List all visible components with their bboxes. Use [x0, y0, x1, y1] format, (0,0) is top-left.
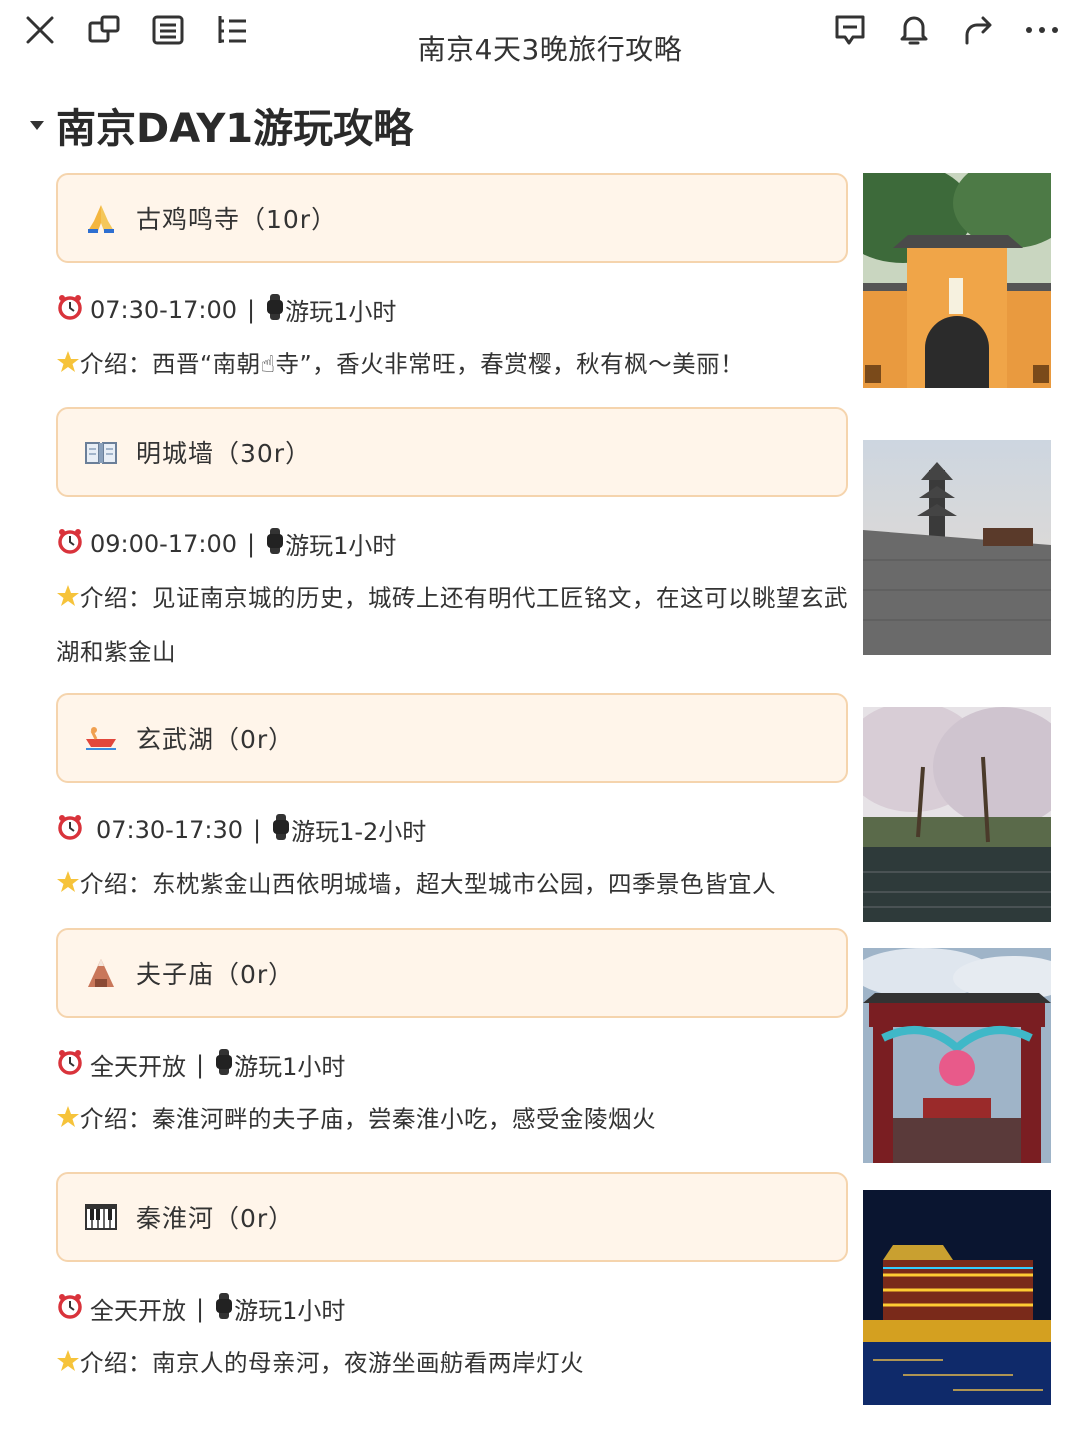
spot-intro-1: 介绍：西晋“南朝☝寺”，香火非常旺，春赏樱，秋有枫～美丽！: [56, 338, 856, 392]
boat-icon: [84, 725, 118, 751]
alarm-clock-icon: [56, 527, 84, 561]
watch-icon: [265, 293, 285, 327]
watch-icon: [214, 1292, 234, 1326]
alarm-clock-icon: [56, 293, 84, 327]
alarm-clock-icon: [56, 813, 84, 847]
separator: |: [247, 295, 256, 324]
spot-card-3[interactable]: 玄武湖（0r）: [56, 693, 848, 783]
spot-intro-5: 介绍：南京人的母亲河，夜游坐画舫看两岸灯火: [56, 1337, 856, 1391]
spot-card-5[interactable]: 秦淮河（0r）: [56, 1172, 848, 1262]
spot-title: 玄武湖（0r）: [136, 725, 295, 754]
intro-text: 介绍：东枕紫金山西依明城墙，超大型城市公园，四季景色皆宜人: [80, 870, 776, 898]
river-night-photo[interactable]: [863, 1190, 1051, 1405]
spot-title: 明城墙（30r）: [136, 439, 312, 468]
visit-duration: 游玩1小时: [285, 298, 397, 326]
star-icon: [56, 574, 80, 626]
separator: |: [196, 1294, 205, 1323]
close-icon[interactable]: [18, 8, 62, 52]
intro-text: 介绍：见证南京城的历史，城砖上还有明代工匠铭文，在这可以眺望玄武湖和紫金山: [56, 584, 848, 666]
visit-duration: 游玩1小时: [234, 1053, 346, 1081]
star-icon: [56, 860, 80, 912]
spot-meta-3: 07:30-17:30 | 游玩1-2小时: [56, 812, 426, 847]
spot-title: 秦淮河（0r）: [136, 1204, 295, 1233]
section-title: 南京DAY1游玩攻略: [56, 106, 414, 152]
star-icon: [56, 1339, 80, 1391]
watch-icon: [214, 1048, 234, 1082]
top-toolbar: 南京4天3晚旅行攻略: [0, 0, 1080, 68]
spot-meta-5: 全天开放 | 游玩1小时: [56, 1291, 345, 1326]
spot-card-1[interactable]: 古鸡鸣寺（10r）: [56, 173, 848, 263]
confucius-temple-photo[interactable]: [863, 948, 1051, 1163]
visit-duration: 游玩1-2小时: [291, 818, 427, 846]
spot-title: 夫子庙（0r）: [136, 960, 295, 989]
spot-meta-2: 09:00-17:00 | 游玩1小时: [56, 526, 396, 561]
spot-meta-4: 全天开放 | 游玩1小时: [56, 1047, 345, 1082]
share-icon[interactable]: [956, 8, 1000, 52]
spot-title: 古鸡鸣寺（10r）: [136, 205, 338, 234]
list-icon[interactable]: [146, 8, 190, 52]
spot-card-2[interactable]: 明城墙（30r）: [56, 407, 848, 497]
star-icon: [56, 1095, 80, 1147]
outline-icon[interactable]: [210, 8, 254, 52]
opening-hours: 09:00-17:00: [90, 529, 237, 558]
alarm-clock-icon: [56, 1048, 84, 1082]
book-icon: [84, 437, 118, 467]
intro-text: 介绍：西晋“南朝☝寺”，香火非常旺，春赏樱，秋有枫～美丽！: [80, 350, 745, 378]
lake-photo[interactable]: [863, 707, 1051, 922]
piano-icon: [84, 1204, 118, 1230]
watch-icon: [271, 813, 291, 847]
temple-photo[interactable]: [863, 173, 1051, 388]
opening-hours: 全天开放: [90, 1053, 186, 1081]
separator: |: [253, 815, 262, 844]
spot-meta-1: 07:30-17:00 | 游玩1小时: [56, 292, 396, 327]
visit-duration: 游玩1小时: [234, 1297, 346, 1325]
pray-icon: [84, 201, 118, 235]
document-title: 南京4天3晚旅行攻略: [417, 33, 683, 66]
city-wall-photo[interactable]: [863, 440, 1051, 655]
spot-intro-4: 介绍：秦淮河畔的夫子庙，尝秦淮小吃，感受金陵烟火: [56, 1093, 856, 1147]
intro-text: 介绍：南京人的母亲河，夜游坐画舫看两岸灯火: [80, 1349, 584, 1377]
visit-duration: 游玩1小时: [285, 532, 397, 560]
watch-icon: [265, 527, 285, 561]
more-icon[interactable]: [1020, 8, 1064, 52]
mountain-icon: [84, 957, 118, 989]
intro-text: 介绍：秦淮河畔的夫子庙，尝秦淮小吃，感受金陵烟火: [80, 1105, 656, 1133]
star-icon: [56, 340, 80, 392]
separator: |: [196, 1050, 205, 1079]
alarm-clock-icon: [56, 1292, 84, 1326]
opening-hours: 07:30-17:30: [96, 815, 243, 844]
spot-card-4[interactable]: 夫子庙（0r）: [56, 928, 848, 1018]
section-header[interactable]: 南京DAY1游玩攻略: [30, 96, 413, 154]
bell-icon[interactable]: [892, 8, 936, 52]
spot-intro-2: 介绍：见证南京城的历史，城砖上还有明代工匠铭文，在这可以眺望玄武湖和紫金山: [56, 572, 856, 678]
window-icon[interactable]: [82, 8, 126, 52]
spot-intro-3: 介绍：东枕紫金山西依明城墙，超大型城市公园，四季景色皆宜人: [56, 858, 856, 912]
separator: |: [247, 529, 256, 558]
opening-hours: 全天开放: [90, 1297, 186, 1325]
collapse-caret-icon[interactable]: [30, 120, 44, 130]
opening-hours: 07:30-17:00: [90, 295, 237, 324]
comment-icon[interactable]: [828, 8, 872, 52]
